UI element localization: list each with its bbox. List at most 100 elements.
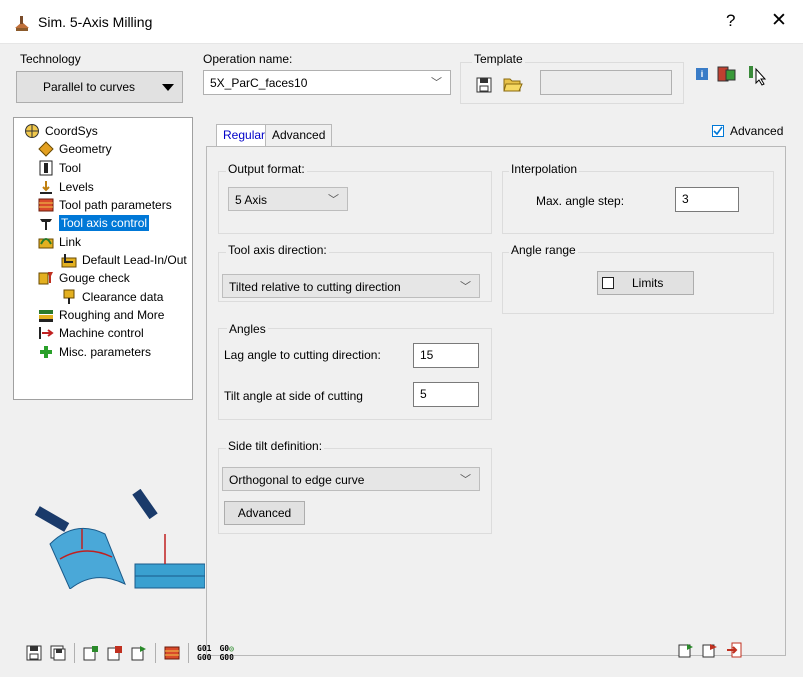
chevron-down-icon: ﹀ [328,194,339,206]
title-bar: Sim. 5-Axis Milling ? ✕ [0,0,803,44]
geometry-icon [38,141,54,157]
help-button[interactable]: ? [726,11,735,31]
side-tilt-value: Orthogonal to edge curve [229,473,365,487]
coordsys-icon [25,124,39,138]
app-icon [15,16,29,31]
g01-label: G01 [197,644,212,653]
operation-name-combo[interactable]: 5X_ParC_faces10 ﹀ [203,70,451,95]
save-all-icon[interactable] [50,645,66,661]
lag-angle-input[interactable]: 15 [413,343,479,368]
save-icon[interactable] [26,645,42,661]
tree-item-gouge-check[interactable]: Gouge check [38,269,130,287]
operation-name-value: 5X_ParC_faces10 [210,76,308,90]
machine-control-icon [39,327,54,339]
angles-label: Angles [227,322,268,336]
tree-item-label: Tool path parameters [59,198,172,212]
advanced-checkbox[interactable]: Advanced [712,124,783,138]
chevron-down-icon: ﹀ [431,77,442,89]
output-format-combo[interactable]: 5 Axis ﹀ [228,187,348,211]
interpolation-label: Interpolation [509,162,580,176]
g00-second-label: G00 [219,653,234,662]
angle-range-label: Angle range [509,243,578,257]
toolbar-separator [188,643,189,663]
pointer-select-icon[interactable] [746,64,770,86]
output-format-value: 5 Axis [235,193,268,207]
tool-axis-illustration [34,489,205,589]
exit-icon[interactable] [726,642,742,658]
g0-label: G0 [219,644,230,653]
tool-axis-direction-value: Tilted relative to cutting direction [229,280,401,294]
info-icon[interactable]: i [696,68,708,80]
tilt-angle-input[interactable]: 5 [413,382,479,407]
tree-item-label: Tool [59,161,82,175]
tree-item-geometry[interactable]: Geometry [38,140,112,158]
tree-item-misc[interactable]: Misc. parameters [38,343,151,361]
roughing-icon [39,310,53,322]
tool-axis-direction-combo[interactable]: Tilted relative to cutting direction ﹀ [222,274,480,298]
advanced-checkbox-label: Advanced [730,124,784,138]
misc-params-icon [40,346,52,358]
bottom-right-toolbar [678,642,742,658]
tree-item-toolpath-params[interactable]: Tool path parameters [38,196,172,214]
tree-item-label: Geometry [59,142,112,156]
toolbar-separator [155,643,156,663]
tree-item-label: Link [59,235,82,249]
tree-item-label: Default Lead-In/Out [82,253,187,267]
save-calc-icon[interactable] [83,645,99,661]
close-button[interactable]: ✕ [771,9,787,32]
tree-item-tool-axis-control[interactable]: Tool axis control [38,214,150,232]
save-calc-red-icon[interactable] [107,645,123,661]
technology-dropdown[interactable]: Parallel to curves [16,71,183,103]
gcode-g01-g00-icon[interactable]: G01 G00 [197,644,211,662]
tool-axis-direction-label: Tool axis direction: [226,243,329,257]
gouge-check-icon [38,272,53,285]
link-icon [38,238,54,249]
lag-angle-label: Lag angle to cutting direction: [224,348,381,362]
tree-item-levels[interactable]: Levels [38,178,94,196]
save-template-icon[interactable] [476,77,492,93]
gcode-g0-g00-icon[interactable]: G0◎ G00 [219,644,233,662]
tree-item-label: CoordSys [45,124,98,138]
tree-item-label: Machine control [59,326,144,340]
template-field[interactable] [540,70,672,95]
tree-item-link[interactable]: Link [38,233,81,251]
tilt-angle-label: Tilt angle at side of cutting [224,389,363,403]
tree-item-roughing[interactable]: Roughing and More [38,306,164,324]
max-angle-step-label: Max. angle step: [536,194,625,208]
save-exit-icon[interactable] [678,642,694,658]
lead-in-out-icon [61,254,77,268]
tree-item-label: Levels [59,180,94,194]
tree-item-clearance[interactable]: Clearance data [61,288,163,306]
clearance-icon [63,289,75,304]
checkbox-checked-icon [712,125,724,137]
bottom-toolbar: G01 G00 G0◎ G00 [26,641,234,665]
toolbar-separator [74,643,75,663]
tree-item-label: Gouge check [59,271,130,285]
technology-value: Parallel to curves [43,80,136,94]
tab-regular[interactable]: Regular [216,124,273,147]
tree-item-coordsys[interactable]: CoordSys [24,122,98,140]
tab-advanced[interactable]: Advanced [265,124,333,146]
parameter-tree: CoordSys Geometry Tool Levels Tool path … [13,117,193,400]
chevron-down-icon: ﹀ [460,474,471,486]
tree-item-label: Misc. parameters [59,345,152,359]
side-tilt-combo[interactable]: Orthogonal to edge curve ﹀ [222,467,480,491]
tree-item-machine-control[interactable]: Machine control [38,324,144,342]
side-tilt-advanced-button[interactable]: Advanced [224,501,305,525]
max-angle-step-input[interactable]: 3 [675,187,739,212]
tree-item-lead-in-out[interactable]: Default Lead-In/Out [61,251,187,269]
tree-item-tool[interactable]: Tool [38,159,81,177]
tree-item-label: Tool axis control [59,215,150,231]
toolpath-params-icon[interactable] [164,645,180,661]
technology-label: Technology [20,52,81,66]
tool-icon [39,160,53,176]
tree-item-label: Clearance data [82,290,164,304]
limits-toggle-button[interactable]: Limits [597,271,694,295]
save-calc-exit-icon[interactable] [702,642,718,658]
tree-item-label: Roughing and More [59,308,165,322]
tool-database-icon[interactable] [716,64,738,84]
chevron-down-icon: ﹀ [460,281,471,293]
checkbox-unchecked-icon [602,277,614,289]
save-calc-green-icon[interactable] [131,645,147,661]
open-folder-icon[interactable] [503,75,523,93]
